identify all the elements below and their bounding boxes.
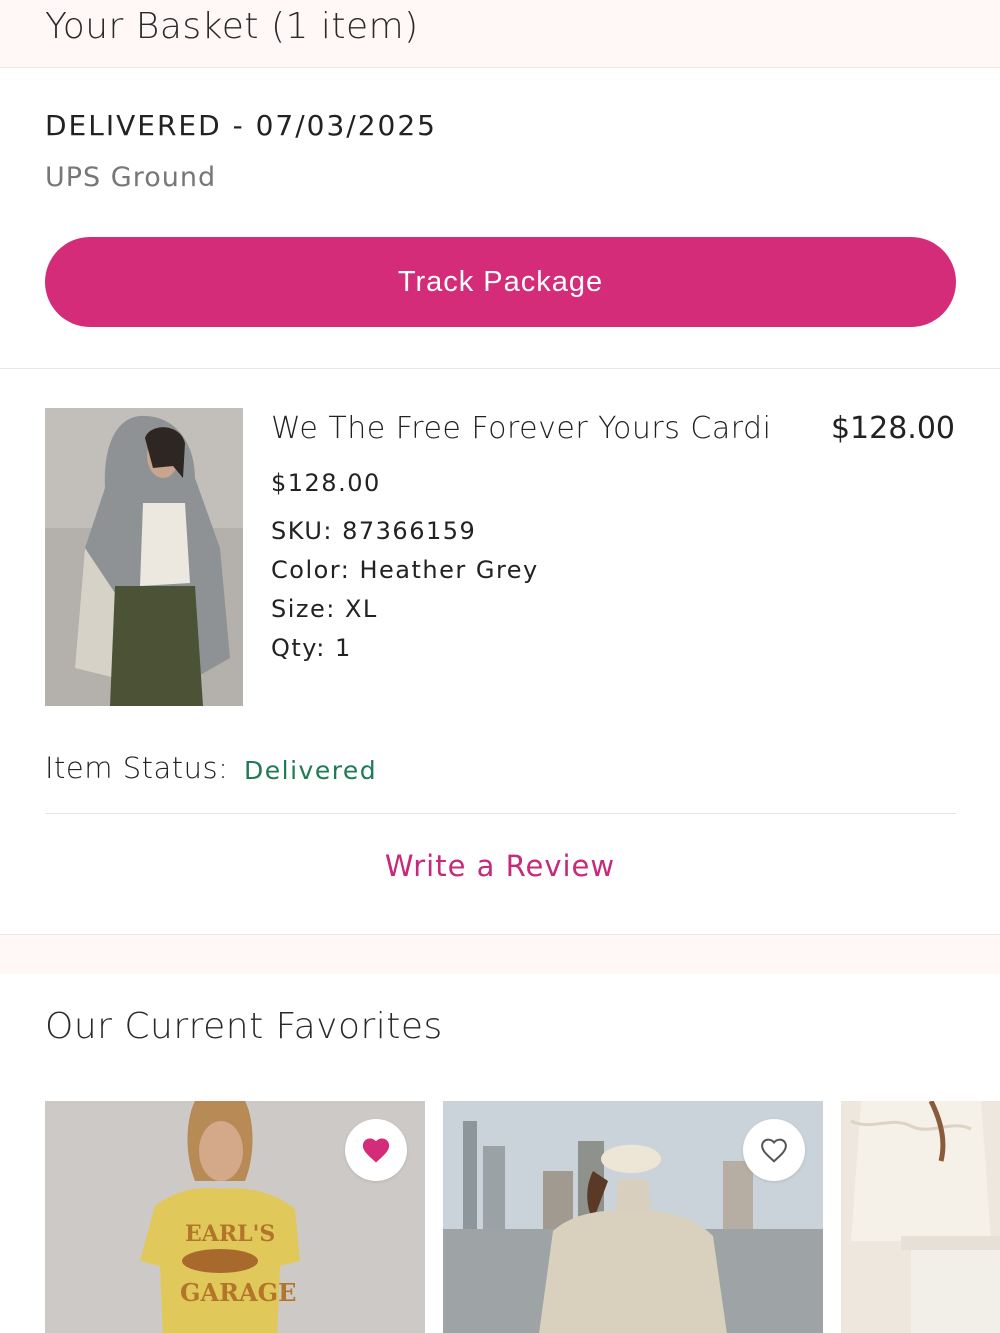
favorite-product-card[interactable]: EARL'S GARAGE [45, 1101, 425, 1333]
basket-title: Your Basket (1 item) [45, 6, 419, 47]
basket-item: We The Free Forever Yours Cardi $128.00 … [0, 369, 1000, 934]
shipping-carrier: UPS Ground [45, 162, 217, 193]
product-name[interactable]: We The Free Forever Yours Cardi [271, 411, 771, 446]
favorite-product-card[interactable] [841, 1101, 1000, 1333]
basket-header: Your Basket (1 item) [0, 0, 1000, 68]
favorite-heart-button[interactable] [743, 1119, 805, 1181]
item-status-label: Item Status: [45, 751, 229, 785]
svg-text:GARAGE: GARAGE [180, 1278, 296, 1307]
heart-outline-icon [761, 1138, 787, 1163]
svg-text:EARL'S: EARL'S [185, 1221, 275, 1247]
write-review-link[interactable]: Write a Review [0, 849, 1000, 883]
delivery-status: DELIVERED - 07/03/2025 [45, 109, 437, 142]
section-spacer [0, 934, 1000, 974]
item-status-value: Delivered [244, 756, 378, 785]
product-size: Size: XL [271, 595, 378, 623]
product-quantity: Qty: 1 [271, 634, 352, 662]
favorites-title: Our Current Favorites [45, 1006, 443, 1047]
delivery-section: DELIVERED - 07/03/2025 UPS Ground Track … [0, 69, 1000, 369]
favorite-heart-button[interactable] [345, 1119, 407, 1181]
unit-price: $128.00 [271, 469, 381, 497]
favorite-product-card[interactable] [443, 1101, 823, 1333]
white-ruffle-blouse-photo [841, 1101, 1000, 1333]
product-thumbnail[interactable] [45, 408, 243, 706]
heart-filled-icon [362, 1138, 390, 1163]
favorites-section: Our Current Favorites EARL'S GARAGE [0, 974, 1000, 1333]
product-color: Color: Heather Grey [271, 556, 539, 584]
line-total: $128.00 [830, 411, 955, 446]
product-photo [45, 408, 243, 706]
product-sku: SKU: 87366159 [271, 517, 477, 545]
item-divider [45, 813, 956, 814]
track-package-button[interactable]: Track Package [45, 237, 956, 327]
